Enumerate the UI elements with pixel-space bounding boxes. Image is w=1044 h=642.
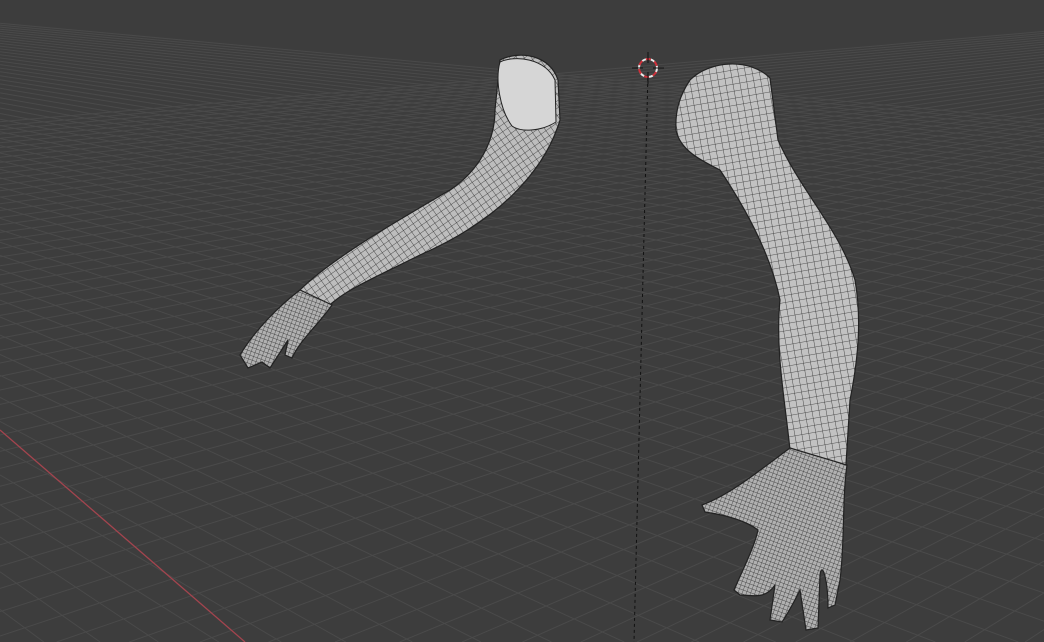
grid-line — [906, 560, 1044, 642]
grid-line — [0, 474, 282, 642]
grid-line — [0, 196, 1044, 496]
grid-line — [0, 177, 1044, 455]
grid-line — [0, 205, 1044, 469]
grid-line — [334, 359, 1044, 642]
grid-line — [1024, 629, 1044, 642]
grid-line — [268, 344, 1044, 642]
grid-line — [0, 299, 855, 642]
viewport-canvas[interactable] — [0, 0, 1044, 642]
grid-line — [0, 334, 700, 642]
x-axis-line — [0, 429, 246, 642]
right-arm-mesh[interactable] — [675, 63, 860, 631]
3d-viewport[interactable] — [0, 0, 1044, 642]
grid-line — [0, 214, 1044, 487]
grid-line — [0, 254, 1044, 567]
grid-line — [0, 277, 1044, 613]
grid-line — [0, 397, 482, 642]
grid-line — [0, 609, 45, 642]
grid-line — [0, 180, 1044, 420]
grid-line — [0, 268, 1019, 642]
grid-line — [0, 316, 776, 642]
grid-line — [0, 196, 1044, 452]
